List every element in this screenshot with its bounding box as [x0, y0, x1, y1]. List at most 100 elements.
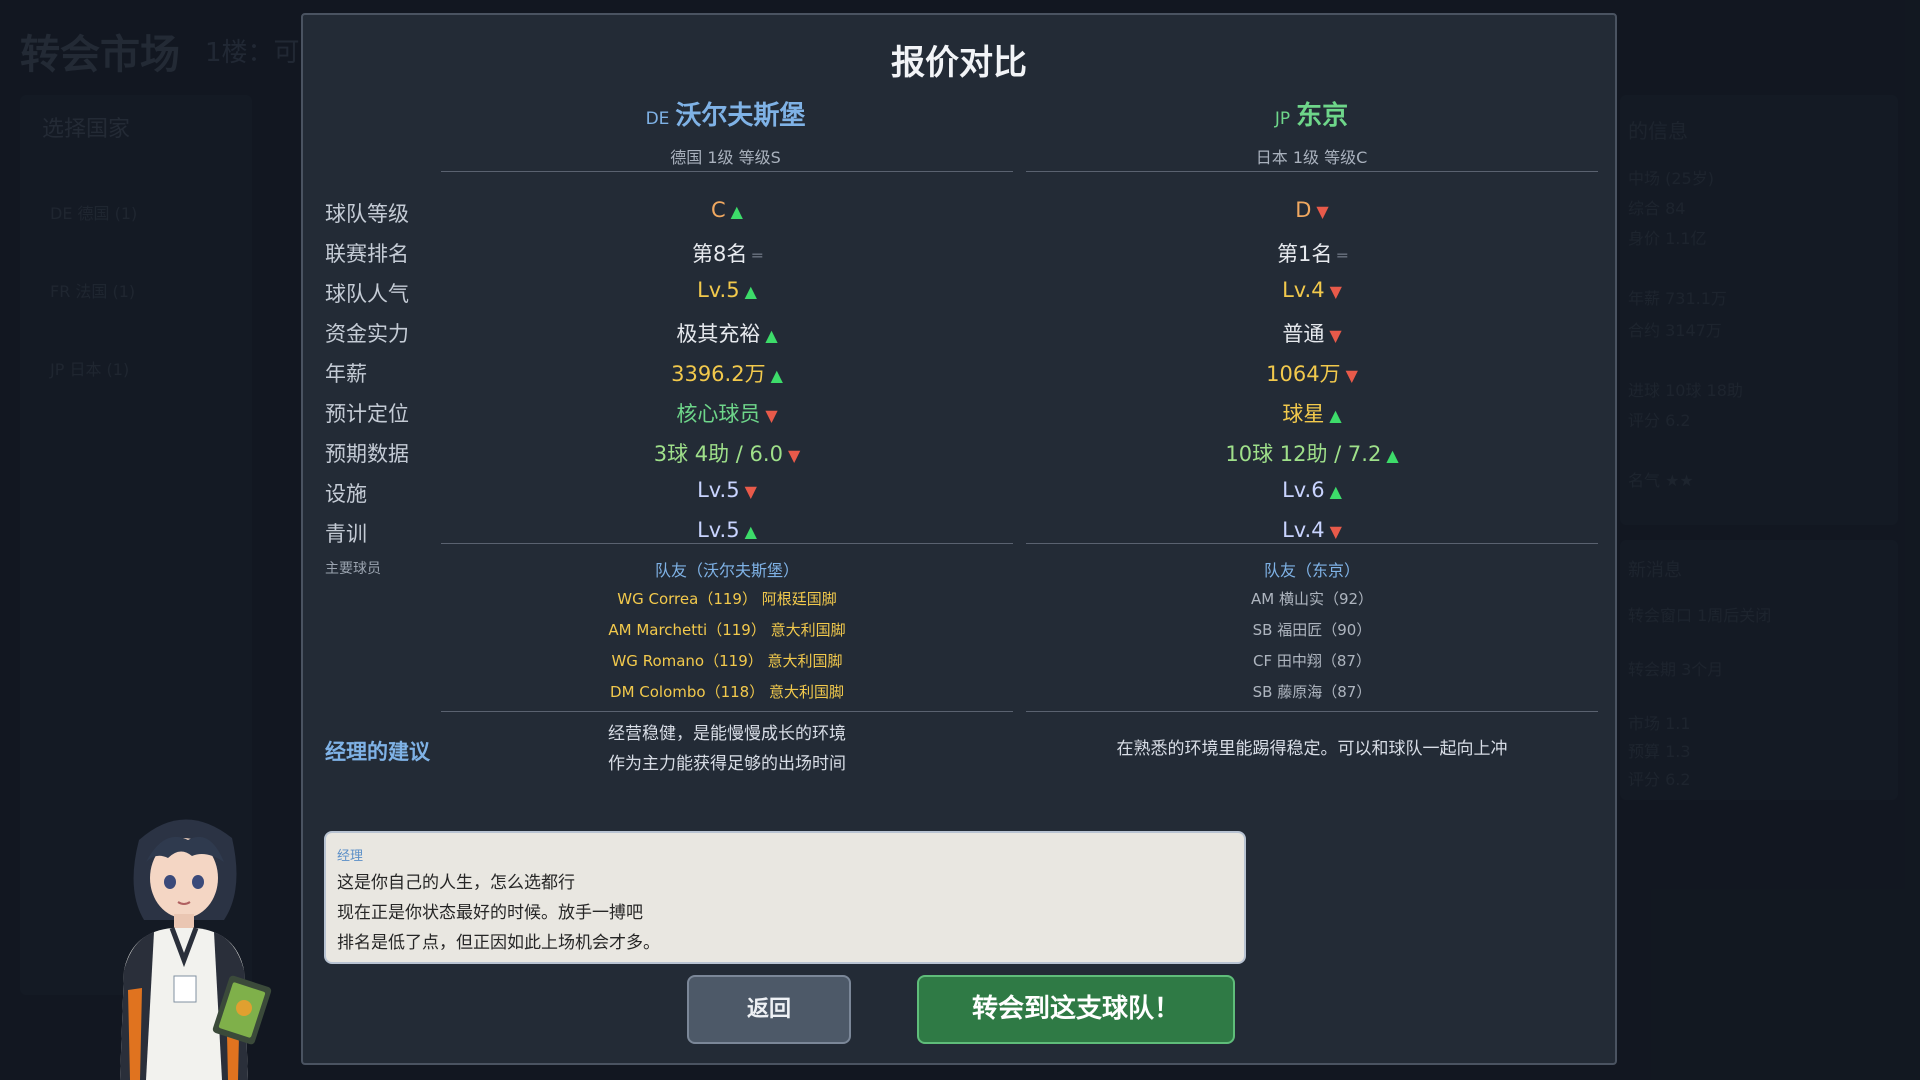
arrow-down-icon: ▼ — [1329, 282, 1342, 301]
divider — [441, 543, 1013, 544]
speaker-name: 经理 — [337, 849, 364, 864]
team-a-value-cell: 3396.2万 ▲ — [441, 358, 1013, 388]
team-b-value-cell: Lv.4 ▼ — [1026, 278, 1598, 302]
team-a-league: 德国 1级 等级S — [670, 148, 781, 167]
manager-character-illustration — [120, 819, 272, 1080]
arrow-down-icon: ▼ — [1345, 366, 1358, 385]
arrow-down-icon: ▼ — [765, 406, 778, 425]
stat-value: 1064万 — [1266, 362, 1341, 386]
arrow-up-icon: ▲ — [770, 366, 783, 385]
team-b-value-cell: 球星 ▲ — [1026, 398, 1598, 428]
teammate: DM Colombo（118） 意大利国脚 — [610, 683, 844, 701]
arrow-down-icon: ▼ — [1329, 522, 1342, 541]
team-b-value-cell: 普通 ▼ — [1026, 318, 1598, 348]
team-b-name-row: JP 东京 — [1027, 95, 1596, 132]
stat-value: Lv.5 — [697, 478, 740, 502]
stat-value: 球星 — [1282, 402, 1325, 426]
team-b-name: 东京 — [1296, 101, 1349, 131]
teammate: AM Marchetti（119） 意大利国脚 — [608, 621, 846, 639]
team-a-value-cell: Lv.5 ▼ — [441, 478, 1013, 502]
main-players-label: 主要球员 — [325, 561, 381, 577]
team-b-header: JP 东京 日本 1级 等级C — [1027, 95, 1596, 168]
team-a-value-cell: C ▲ — [441, 198, 1013, 222]
stat-value: C — [711, 198, 726, 222]
stat-value: Lv.6 — [1282, 478, 1325, 502]
stat-value: 第8名 — [691, 242, 748, 266]
team-a-header: DE 沃尔夫斯堡 德国 1级 等级S — [441, 95, 1010, 168]
offer-comparison-dialog: 报价对比 DE 沃尔夫斯堡 德国 1级 等级S JP 东京 日本 1级 等级C 球队… — [301, 13, 1617, 1065]
teammate: WG Correa（119） 阿根廷国脚 — [617, 590, 837, 608]
back-button[interactable]: 返回 — [687, 975, 851, 1044]
teammate: SB 福田匠（90） — [1252, 621, 1372, 639]
arrow-up-icon: ▲ — [1386, 446, 1399, 465]
row-label: 球队人气 — [325, 282, 409, 306]
team-b-value-cell: 1064万 ▼ — [1026, 358, 1598, 388]
team-a-name: 沃尔夫斯堡 — [675, 101, 806, 131]
team-b-value-cell: Lv.4 ▼ — [1026, 518, 1598, 542]
team-b-value-cell: 10球 12助 / 7.2 ▲ — [1026, 438, 1598, 468]
team-b-value-cell: 第1名 ═ — [1026, 238, 1598, 268]
team-a-value-cell: 核心球员 ▼ — [441, 398, 1013, 428]
arrow-down-icon: ▼ — [787, 446, 801, 465]
stat-value: Lv.5 — [697, 278, 740, 302]
stat-value: 3396.2万 — [671, 362, 766, 386]
team-b-league: 日本 1级 等级C — [1255, 148, 1368, 167]
manager-advice-label: 经理的建议 — [325, 740, 430, 764]
manager-dialog-box: 经理 这是你自己的人生，怎么选都行 现在正是你状态最好的时候。放手一搏吧 排名是… — [324, 831, 1246, 964]
stat-value: D — [1295, 198, 1312, 222]
divider — [1026, 543, 1598, 544]
row-label: 青训 — [325, 522, 367, 546]
teammate: WG Romano（119） 意大利国脚 — [611, 652, 843, 670]
teammate: SB 藤原海（87） — [1252, 683, 1372, 701]
teammate: CF 田中翔（87） — [1253, 652, 1371, 670]
divider — [441, 711, 1013, 712]
team-a-value-cell: Lv.5 ▲ — [441, 518, 1013, 542]
team-b-value-cell: D ▼ — [1026, 198, 1598, 222]
team-a-name-row: DE 沃尔夫斯堡 — [441, 95, 1010, 132]
stat-value: 极其充裕 — [676, 322, 761, 346]
arrow-up-icon: ▲ — [744, 522, 757, 541]
divider — [441, 171, 1013, 172]
equal-icon: ═ — [1337, 246, 1347, 265]
stat-value: Lv.4 — [1282, 278, 1325, 302]
stat-value: 核心球员 — [676, 402, 761, 426]
row-label: 设施 — [325, 482, 367, 506]
transfer-to-team-button[interactable]: 转会到这支球队！ — [917, 975, 1235, 1044]
divider — [1026, 171, 1598, 172]
dialog-line: 现在正是你状态最好的时候。放手一搏吧 — [337, 903, 643, 923]
stat-value: Lv.5 — [697, 518, 740, 542]
dialog-line: 排名是低了点，但正因如此上场机会才多。 — [337, 933, 660, 953]
advice-line: 作为主力能获得足够的出场时间 — [608, 754, 846, 774]
row-label: 预期数据 — [325, 442, 409, 466]
team-b-country-code: JP — [1274, 109, 1291, 129]
team-b-mates-title: 队友（东京） — [1263, 561, 1360, 580]
row-label: 年薪 — [325, 362, 367, 386]
team-a-value-cell: 第8名 ═ — [441, 238, 1013, 268]
team-a-value-cell: Lv.5 ▲ — [441, 278, 1013, 302]
arrow-up-icon: ▲ — [730, 202, 743, 221]
team-b-value-cell: Lv.6 ▲ — [1026, 478, 1598, 502]
advice-line: 在熟悉的环境里能踢得稳定。可以和球队一起向上冲 — [1116, 739, 1508, 759]
team-a-value-cell: 3球 4助 / 6.0 ▼ — [441, 438, 1013, 468]
equal-icon: ═ — [752, 246, 762, 265]
arrow-up-icon: ▲ — [744, 282, 757, 301]
team-b-advice: 在熟悉的环境里能踢得稳定。可以和球队一起向上冲 — [1026, 734, 1598, 764]
stat-value: Lv.4 — [1282, 518, 1325, 542]
row-label: 资金实力 — [325, 322, 409, 346]
team-a-value-cell: 极其充裕 ▲ — [441, 318, 1013, 348]
stat-value: 第1名 — [1276, 242, 1333, 266]
stat-value: 3球 4助 / 6.0 — [653, 442, 783, 466]
teammate: AM 横山实（92） — [1250, 590, 1374, 608]
arrow-up-icon: ▲ — [1329, 482, 1342, 501]
team-a-advice: 经营稳健，是能慢慢成长的环境 作为主力能获得足够的出场时间 — [441, 719, 1013, 779]
arrow-up-icon: ▲ — [1329, 406, 1342, 425]
team-a-country-code: DE — [645, 109, 670, 129]
arrow-down-icon: ▼ — [1316, 202, 1329, 221]
stat-value: 10球 12助 / 7.2 — [1225, 442, 1382, 466]
divider — [1026, 711, 1598, 712]
arrow-down-icon: ▼ — [744, 482, 757, 501]
team-a-mates-title: 队友（沃尔夫斯堡） — [654, 561, 799, 580]
arrow-down-icon: ▼ — [1329, 326, 1342, 345]
dialog-line: 这是你自己的人生，怎么选都行 — [337, 873, 575, 893]
dialog-title: 报价对比 — [891, 43, 1027, 83]
